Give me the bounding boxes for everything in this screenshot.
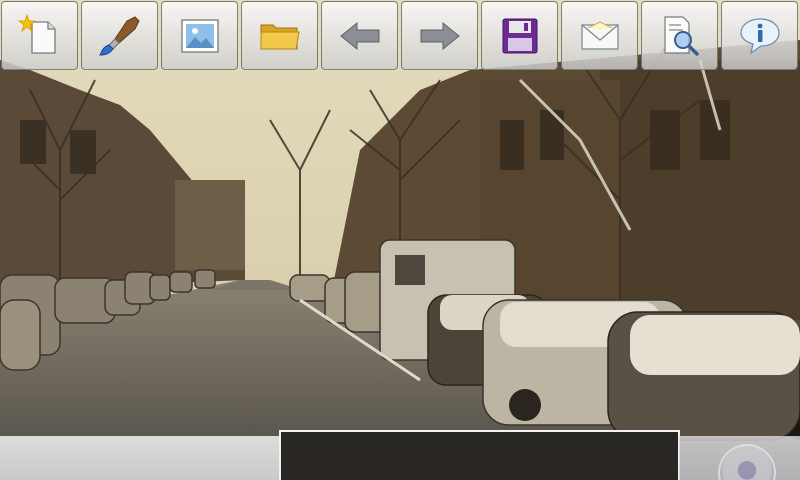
paintbrush-icon	[98, 15, 140, 56]
arrow-left-icon	[339, 21, 379, 50]
envelope-icon	[580, 21, 619, 50]
arrow-right-icon	[420, 21, 460, 50]
main-toolbar	[0, 0, 800, 72]
brush-button[interactable]	[81, 1, 158, 70]
image-button[interactable]	[161, 1, 238, 70]
new-document-button[interactable]	[1, 1, 78, 70]
save-button[interactable]	[481, 1, 558, 70]
document-search-icon	[663, 15, 699, 56]
picture-icon	[180, 18, 219, 53]
new-document-icon	[17, 13, 56, 54]
screen	[0, 0, 800, 480]
back-button[interactable]	[321, 1, 398, 70]
zoom-document-button[interactable]	[641, 1, 718, 70]
folder-icon	[260, 24, 300, 49]
status-panel	[279, 430, 680, 480]
info-button[interactable]	[721, 1, 798, 70]
mail-button[interactable]	[561, 1, 638, 70]
forward-button[interactable]	[401, 1, 478, 70]
open-folder-button[interactable]	[241, 1, 318, 70]
info-icon	[739, 17, 780, 54]
bottom-left-panel	[0, 436, 279, 480]
floppy-disk-icon	[502, 18, 537, 53]
photo-canvas[interactable]	[0, 0, 800, 480]
